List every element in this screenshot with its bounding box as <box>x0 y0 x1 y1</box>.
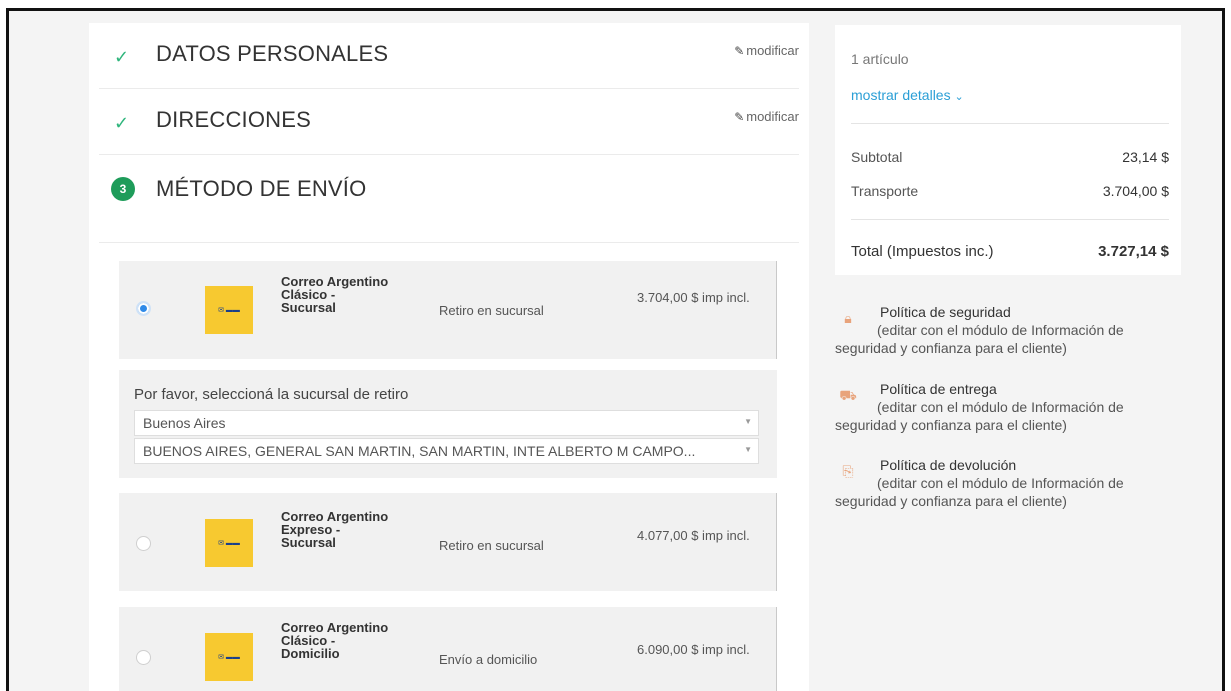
pencil-icon: ✎ <box>734 110 745 124</box>
carrier-price: 4.077,00 $ imp incl. <box>637 528 750 543</box>
shipping-value: 3.704,00 $ <box>1102 183 1169 199</box>
carrier-price: 3.704,00 $ imp incl. <box>637 290 750 305</box>
step-personal-data: ✓ DATOS PERSONALES ✎ modificar <box>99 23 799 89</box>
step-title: DIRECCIONES <box>156 107 311 132</box>
carrier-option[interactable]: ✉ ▬▬ Correo Argentino Clásico - Sucursal… <box>119 261 777 359</box>
check-icon: ✓ <box>114 113 130 133</box>
carrier-radio[interactable] <box>136 301 151 316</box>
show-details-link[interactable]: mostrar detalles ⌄ <box>851 87 964 103</box>
edit-label: modificar <box>746 109 799 124</box>
step-title: DATOS PERSONALES <box>156 41 389 66</box>
carrier-price: 6.090,00 $ imp incl. <box>637 642 750 657</box>
cart-article-count: 1 artículo <box>851 51 909 67</box>
chevron-down-icon: ▼ <box>744 445 752 454</box>
correo-argentino-logo: ✉ ▬▬ <box>205 633 253 681</box>
checkout-steps: ✓ DATOS PERSONALES ✎ modificar ✓ DIRECCIO… <box>89 23 809 691</box>
reassurance-title: Política de seguridad <box>880 304 1011 320</box>
correo-argentino-logo: ✉ ▬▬ <box>205 519 253 567</box>
chevron-down-icon: ▼ <box>744 417 752 426</box>
carrier-name: Correo Argentino Clásico - Domicilio <box>281 620 389 661</box>
shipping-label: Transporte <box>851 183 919 199</box>
checkout-window: ✓ DATOS PERSONALES ✎ modificar ✓ DIRECCIO… <box>6 8 1225 691</box>
total-row: Total (Impuestos inc.) 3.727,14 $ <box>851 243 1169 260</box>
carrier-type: Retiro en sucursal <box>439 538 544 553</box>
total-label: Total (Impuestos inc.) <box>851 243 994 260</box>
subtotal-value: 23,14 $ <box>1122 149 1169 165</box>
shipping-row: Transporte 3.704,00 $ <box>851 183 1169 199</box>
carrier-type: Envío a domicilio <box>439 652 538 667</box>
cart-summary: 1 artículo mostrar detalles ⌄ Subtotal 2… <box>835 25 1181 275</box>
carrier-option[interactable]: ✉ ▬▬ Correo Argentino Expreso - Sucursal… <box>119 493 777 591</box>
step-number-badge: 3 <box>111 177 135 201</box>
show-details-label: mostrar detalles <box>851 87 951 103</box>
step-addresses: ✓ DIRECCIONES ✎ modificar <box>99 89 799 155</box>
pencil-icon: ✎ <box>734 44 745 58</box>
province-value: Buenos Aires <box>143 415 226 431</box>
branch-select[interactable]: BUENOS AIRES, GENERAL SAN MARTIN, SAN MA… <box>134 438 759 464</box>
carrier-type: Retiro en sucursal <box>439 303 544 318</box>
divider <box>851 219 1169 220</box>
reassurance-desc: (editar con el módulo de Información de … <box>835 399 1124 433</box>
carrier-option[interactable]: ✉ ▬▬ Correo Argentino Clásico - Domicili… <box>119 607 777 691</box>
reassurance-desc: (editar con el módulo de Información de … <box>835 475 1124 509</box>
carrier-name: Correo Argentino Clásico - Sucursal <box>281 274 389 315</box>
total-value: 3.727,14 $ <box>1098 243 1169 260</box>
edit-personal-link[interactable]: ✎ modificar <box>734 43 799 58</box>
check-icon: ✓ <box>114 47 130 67</box>
carrier-radio[interactable] <box>136 650 151 665</box>
subtotal-row: Subtotal 23,14 $ <box>851 149 1169 165</box>
province-select[interactable]: Buenos Aires ▼ <box>134 410 759 436</box>
step-title: MÉTODO DE ENVÍO <box>156 176 367 201</box>
edit-label: modificar <box>746 43 799 58</box>
step-shipping-method: 3 MÉTODO DE ENVÍO <box>99 155 799 243</box>
branch-label: Por favor, seleccioná la sucursal de ret… <box>134 386 409 403</box>
divider <box>851 123 1169 124</box>
carrier-radio[interactable] <box>136 536 151 551</box>
reassurance-title: Política de entrega <box>880 381 997 397</box>
reassurance-desc: (editar con el módulo de Información de … <box>835 322 1124 356</box>
chevron-down-icon: ⌄ <box>954 91 964 103</box>
correo-argentino-logo: ✉ ▬▬ <box>205 286 253 334</box>
branch-value: BUENOS AIRES, GENERAL SAN MARTIN, SAN MA… <box>143 443 696 459</box>
edit-addresses-link[interactable]: ✎ modificar <box>734 109 799 124</box>
reassurance-title: Política de devolución <box>880 457 1017 473</box>
subtotal-label: Subtotal <box>851 149 903 165</box>
carrier-name: Correo Argentino Expreso - Sucursal <box>281 509 389 550</box>
branch-selector: Por favor, seleccioná la sucursal de ret… <box>119 370 777 478</box>
